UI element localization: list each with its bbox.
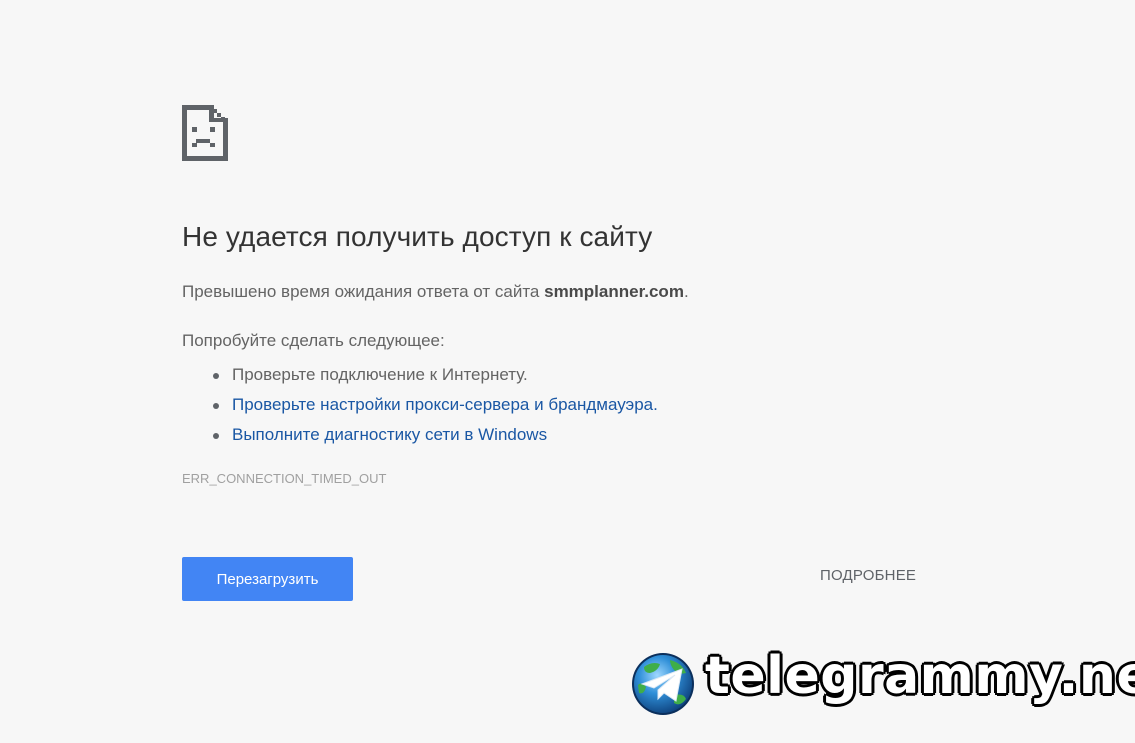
error-page: Не удается получить доступ к сайту Превы… xyxy=(0,0,1135,743)
suggestion-item: Выполните диагностику сети в Windows xyxy=(213,420,658,450)
sad-page-icon xyxy=(182,105,228,161)
details-button[interactable]: ПОДРОБНЕЕ xyxy=(820,567,916,584)
suggestions-heading: Попробуйте сделать следующее: xyxy=(182,331,445,350)
telegram-globe-icon xyxy=(632,653,694,715)
error-host: smmplanner.com xyxy=(544,282,684,301)
error-message-suffix: . xyxy=(683,282,689,301)
error-message: Превышено время ожидания ответа от сайта… xyxy=(182,282,689,302)
page-title: Не удается получить доступ к сайту xyxy=(182,221,653,252)
suggestion-item: Проверьте настройки прокси-сервера и бра… xyxy=(213,390,658,420)
suggestions-list: Проверьте подключение к Интернету. Прове… xyxy=(213,360,658,450)
suggestion-check-connection: Проверьте подключение к Интернету. xyxy=(232,365,528,384)
error-message-prefix: Превышено время ожидания ответа от сайта xyxy=(182,282,545,301)
suggestion-item: Проверьте подключение к Интернету. xyxy=(213,360,658,390)
watermark: telegrammy.net xyxy=(630,646,1135,720)
proxy-firewall-link[interactable]: Проверьте настройки прокси-сервера и бра… xyxy=(232,395,658,414)
watermark-text: telegrammy.net xyxy=(705,646,1135,706)
error-code: ERR_CONNECTION_TIMED_OUT xyxy=(182,471,387,486)
reload-button[interactable]: Перезагрузить xyxy=(182,557,353,601)
network-diagnostics-link[interactable]: Выполните диагностику сети в Windows xyxy=(232,425,547,444)
